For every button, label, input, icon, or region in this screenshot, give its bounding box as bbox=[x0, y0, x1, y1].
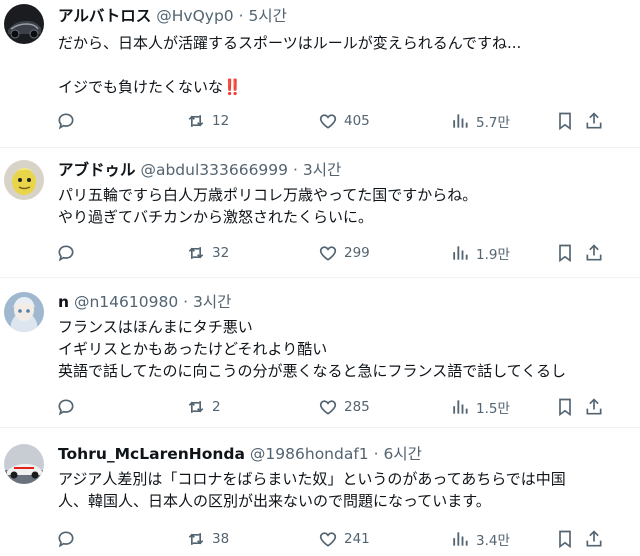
reply-button[interactable] bbox=[56, 528, 82, 550]
avatar[interactable] bbox=[4, 160, 44, 200]
handle[interactable]: @n14610980 bbox=[74, 293, 178, 311]
share-button[interactable] bbox=[584, 396, 604, 418]
retweet-count: 32 bbox=[212, 245, 230, 261]
share-icon bbox=[586, 112, 602, 129]
reply-icon bbox=[58, 399, 74, 416]
tweet-text: パリ五輪ですら白人万歳ポリコレ万歳やってた国ですからね。 やり過ぎてバチカンから… bbox=[58, 186, 478, 226]
like-button[interactable]: 299 bbox=[318, 242, 370, 264]
retweet-count: 12 bbox=[212, 113, 230, 129]
views-icon bbox=[453, 114, 468, 128]
bookmark-button[interactable] bbox=[555, 528, 575, 550]
retweet-icon bbox=[188, 115, 204, 127]
reply-feed: アルバトロス @HvQyp0 · 5시간 だから、日本人が活躍するスポーツはルー… bbox=[0, 0, 640, 556]
views-button[interactable]: 1.5만 bbox=[450, 396, 510, 418]
views-icon bbox=[453, 246, 468, 260]
like-count: 285 bbox=[344, 399, 370, 415]
separator: · bbox=[238, 7, 244, 25]
heart-icon bbox=[319, 246, 337, 261]
reply-icon bbox=[58, 531, 74, 548]
display-name[interactable]: アブドゥル bbox=[58, 161, 136, 179]
share-button[interactable] bbox=[584, 528, 604, 550]
separator: · bbox=[183, 293, 189, 311]
display-name[interactable]: Tohru_McLarenHonda bbox=[58, 445, 245, 463]
action-bar: 2 285 1.5만 bbox=[0, 396, 640, 418]
tweet[interactable]: アルバトロス @HvQyp0 · 5시간 だから、日本人が活躍するスポーツはルー… bbox=[0, 0, 640, 148]
reply-button[interactable] bbox=[56, 242, 82, 264]
timestamp[interactable]: 5시간 bbox=[248, 7, 286, 25]
views-count: 3.4만 bbox=[476, 533, 510, 549]
retweet-button[interactable]: 32 bbox=[186, 242, 229, 264]
reply-button[interactable] bbox=[56, 396, 82, 418]
tweet[interactable]: n @n14610980 · 3시간 フランスはほんまにタチ悪い イギリスとかも… bbox=[0, 278, 640, 428]
reply-icon bbox=[58, 245, 74, 262]
display-name[interactable]: アルバトロス bbox=[58, 7, 151, 25]
action-bar: 38 241 3.4만 bbox=[0, 528, 640, 550]
heart-icon bbox=[319, 400, 337, 415]
tweet[interactable]: アブドゥル @abdul333666999 · 3시간 パリ五輪ですら白人万歳ポ… bbox=[0, 148, 640, 278]
share-button[interactable] bbox=[584, 110, 604, 132]
handle[interactable]: @1986hondaf1 bbox=[250, 445, 369, 463]
tweet-header: アブドゥル @abdul333666999 · 3시간 bbox=[58, 160, 341, 180]
views-button[interactable]: 5.7만 bbox=[450, 110, 510, 132]
retweet-button[interactable]: 2 bbox=[186, 396, 221, 418]
tweet-header: アルバトロス @HvQyp0 · 5시간 bbox=[58, 6, 287, 26]
action-bar: 12 405 5.7만 bbox=[0, 110, 640, 132]
retweet-count: 2 bbox=[212, 399, 221, 415]
like-button[interactable]: 405 bbox=[318, 110, 370, 132]
bookmark-icon bbox=[559, 398, 571, 417]
avatar[interactable] bbox=[4, 292, 44, 332]
share-icon bbox=[586, 244, 602, 261]
bookmark-button[interactable] bbox=[555, 110, 575, 132]
bookmark-button[interactable] bbox=[555, 396, 575, 418]
bookmark-icon bbox=[559, 244, 571, 263]
retweet-button[interactable]: 38 bbox=[186, 528, 229, 550]
share-icon bbox=[586, 530, 602, 547]
like-count: 241 bbox=[344, 531, 370, 547]
tweet-text: フランスはほんまにタチ悪い イギリスとかもあったけどそれより酷い 英語で話してた… bbox=[58, 318, 567, 380]
avatar[interactable] bbox=[4, 4, 44, 44]
action-bar: 32 299 1.9만 bbox=[0, 242, 640, 264]
retweet-icon bbox=[188, 401, 204, 413]
views-button[interactable]: 1.9만 bbox=[450, 242, 510, 264]
views-count: 1.9만 bbox=[476, 247, 510, 263]
share-button[interactable] bbox=[584, 242, 604, 264]
views-count: 5.7만 bbox=[476, 115, 510, 131]
tweet[interactable]: Tohru_McLarenHonda @1986hondaf1 · 6시간 アジ… bbox=[0, 428, 640, 556]
tweet-text: アジア人差別は「コロナをばらまいた奴」というのがあってあちらでは中国 人、韓国人… bbox=[58, 470, 566, 510]
retweet-icon bbox=[188, 533, 204, 545]
separator: · bbox=[292, 161, 298, 179]
like-count: 405 bbox=[344, 113, 370, 129]
reply-button[interactable] bbox=[56, 110, 82, 132]
share-icon bbox=[586, 398, 602, 415]
views-button[interactable]: 3.4만 bbox=[450, 528, 510, 550]
heart-icon bbox=[319, 532, 337, 547]
bookmark-icon bbox=[559, 112, 571, 131]
bookmark-button[interactable] bbox=[555, 242, 575, 264]
tweet-header: n @n14610980 · 3시간 bbox=[58, 292, 231, 312]
views-icon bbox=[453, 532, 468, 546]
like-count: 299 bbox=[344, 245, 370, 261]
retweet-count: 38 bbox=[212, 531, 230, 547]
tweet-text: だから、日本人が活躍するスポーツはルールが変えられるんですね... イジでも負け… bbox=[58, 34, 522, 96]
display-name[interactable]: n bbox=[58, 293, 69, 311]
tweet-header: Tohru_McLarenHonda @1986hondaf1 · 6시간 bbox=[58, 444, 422, 464]
retweet-button[interactable]: 12 bbox=[186, 110, 229, 132]
heart-icon bbox=[319, 114, 337, 129]
timestamp[interactable]: 6시간 bbox=[383, 445, 421, 463]
views-count: 1.5만 bbox=[476, 401, 510, 417]
timestamp[interactable]: 3시간 bbox=[193, 293, 231, 311]
like-button[interactable]: 241 bbox=[318, 528, 370, 550]
retweet-icon bbox=[188, 247, 204, 259]
timestamp[interactable]: 3시간 bbox=[303, 161, 341, 179]
bookmark-icon bbox=[559, 530, 571, 549]
handle[interactable]: @abdul333666999 bbox=[140, 161, 288, 179]
reply-icon bbox=[58, 113, 74, 130]
handle[interactable]: @HvQyp0 bbox=[156, 7, 233, 25]
views-icon bbox=[453, 400, 468, 414]
like-button[interactable]: 285 bbox=[318, 396, 370, 418]
avatar[interactable] bbox=[4, 444, 44, 484]
separator: · bbox=[373, 445, 379, 463]
